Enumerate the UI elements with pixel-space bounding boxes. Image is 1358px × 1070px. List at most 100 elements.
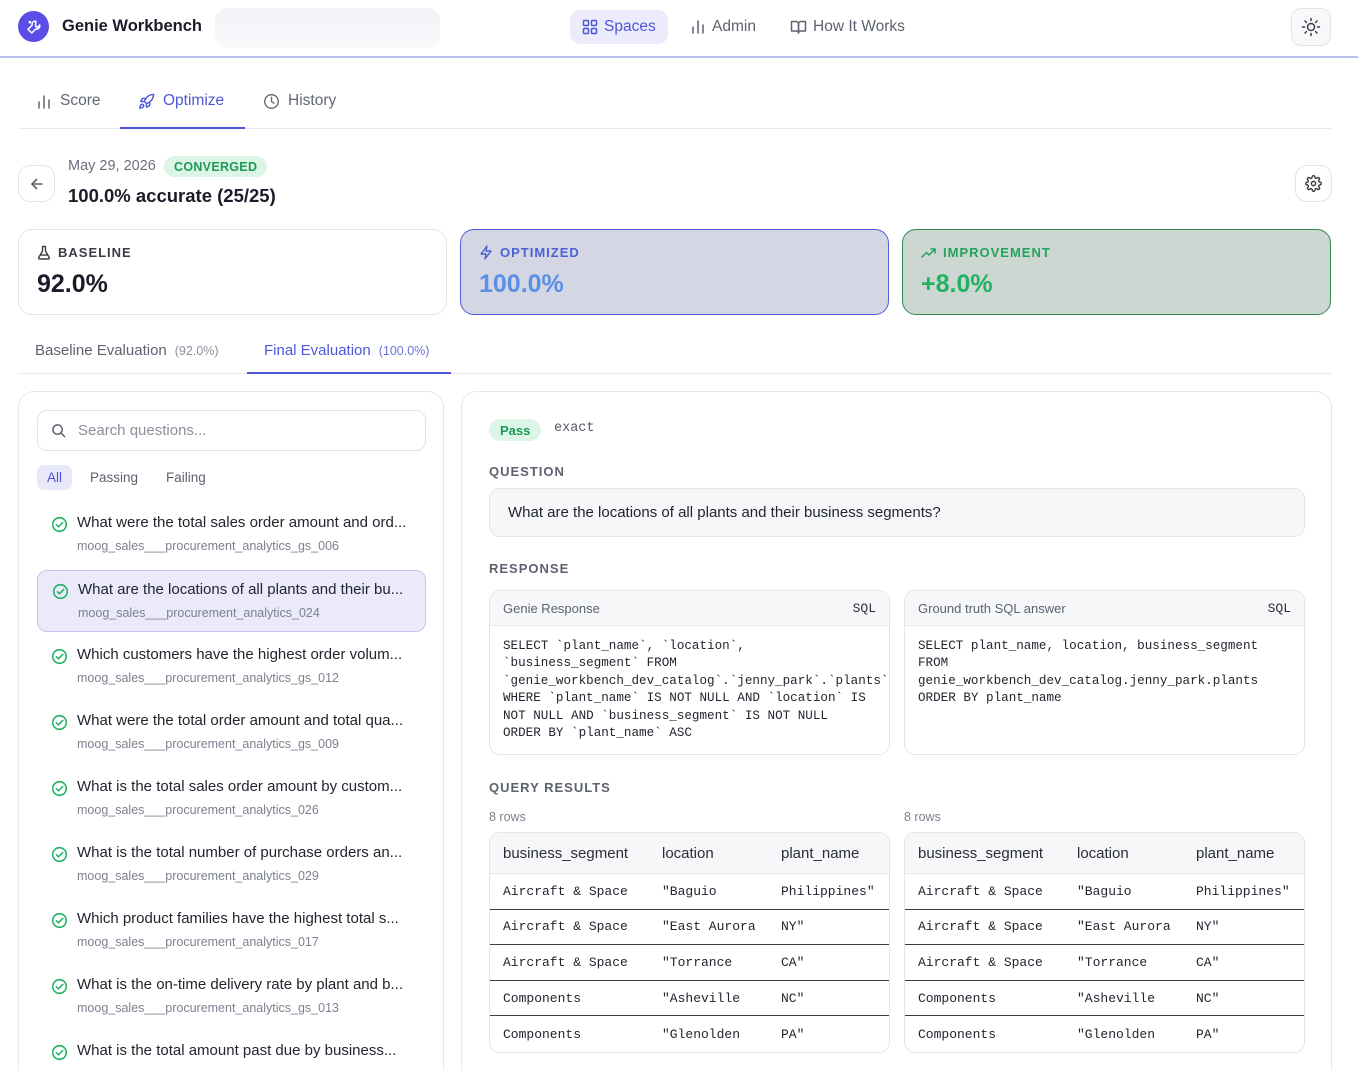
app-title: Genie Workbench xyxy=(62,17,202,35)
column-header[interactable]: business_segment xyxy=(490,833,649,874)
column-header[interactable]: location xyxy=(649,833,768,874)
table-cell: PA" xyxy=(1196,1026,1220,1042)
ground-truth-header: Ground truth SQL answer SQL xyxy=(905,591,1304,626)
question-list-item[interactable]: What is the total sales order amount by … xyxy=(37,768,426,830)
query-results-label: QUERY RESULTS xyxy=(489,780,611,795)
question-list-text: What is the total sales order amount by … xyxy=(77,778,403,795)
table-row: Components "Asheville NC" xyxy=(490,981,889,1017)
table-row: Aircraft & Space "Baguio Philippines" xyxy=(490,874,889,910)
clock-icon xyxy=(264,94,279,109)
pass-badge: Pass xyxy=(489,419,542,441)
optimized-value: 100.0% xyxy=(479,270,564,298)
question-list-item[interactable]: What were the total order amount and tot… xyxy=(37,702,426,764)
table-row: Components "Asheville NC" xyxy=(905,981,1304,1017)
question-list-item[interactable]: What are the locations of all plants and… xyxy=(37,570,426,632)
settings-button[interactable] xyxy=(1295,165,1332,202)
nav-admin[interactable]: Admin xyxy=(678,10,768,44)
table-cell: "Baguio xyxy=(649,874,768,910)
baseline-card: BASELINE 92.0% xyxy=(18,229,447,315)
nav-spaces-label: Spaces xyxy=(604,18,656,35)
table-cell: Components xyxy=(918,1026,997,1042)
question-list-item[interactable]: What were the total sales order amount a… xyxy=(37,504,426,566)
check-circle-icon xyxy=(51,648,68,665)
question-list-panel: All Passing Failing What were the total … xyxy=(18,391,444,1070)
column-header[interactable]: plant_name xyxy=(768,833,889,874)
table-cell: Components xyxy=(503,1026,582,1042)
flask-icon xyxy=(37,245,51,260)
filter-passing[interactable]: Passing xyxy=(80,465,148,490)
improvement-card: IMPROVEMENT +8.0% xyxy=(902,229,1331,315)
run-accuracy: 100.0% accurate (25/25) xyxy=(68,185,276,206)
column-header[interactable]: location xyxy=(1064,833,1183,874)
question-list-item[interactable]: What is the total number of purchase ord… xyxy=(37,834,426,896)
filter-all[interactable]: All xyxy=(37,465,73,490)
table-header-row: business_segment location plant_name xyxy=(490,833,889,874)
check-circle-icon xyxy=(51,516,68,533)
table-row: Aircraft & Space "Baguio Philippines" xyxy=(905,874,1304,910)
tab-final-evaluation[interactable]: Final Evaluation (100.0%) xyxy=(247,342,451,374)
question-list-text: Which customers have the highest order v… xyxy=(77,646,403,663)
table-cell: "Asheville xyxy=(649,981,768,1017)
match-type: exact xyxy=(554,421,595,436)
question-list-item[interactable]: Which product families have the highest … xyxy=(37,900,426,962)
question-list-item[interactable]: What is the total amount past due by bus… xyxy=(37,1032,426,1070)
baseline-label: BASELINE xyxy=(58,245,132,260)
question-section-label: QUESTION xyxy=(489,464,565,479)
question-list-text: Which product families have the highest … xyxy=(77,910,399,927)
check-circle-icon xyxy=(51,780,68,797)
tab-score-label: Score xyxy=(60,92,101,109)
app-logo-icon[interactable] xyxy=(18,11,49,42)
table-cell: Aircraft & Space xyxy=(490,945,649,981)
rocket-icon xyxy=(139,93,155,109)
main-tabs: Score Optimize History xyxy=(18,80,1332,129)
theme-toggle-button[interactable] xyxy=(1291,8,1331,46)
table-cell: PA" xyxy=(781,1026,805,1042)
question-list-item[interactable]: Which customers have the highest order v… xyxy=(37,636,426,698)
optimized-card: OPTIMIZED 100.0% xyxy=(460,229,889,315)
tab-final-evaluation-pct: (100.0%) xyxy=(378,344,430,358)
question-list-id: moog_sales___procurement_analytics_gs_01… xyxy=(77,1001,339,1015)
search-input[interactable] xyxy=(78,422,398,439)
table-cell: "Torrance xyxy=(649,945,768,981)
baseline-value: 92.0% xyxy=(37,270,108,298)
table-row: Aircraft & Space "Torrance CA" xyxy=(905,945,1304,981)
nav-how-it-works-label: How It Works xyxy=(813,18,905,35)
question-list-id: moog_sales___procurement_analytics_gs_00… xyxy=(77,737,339,751)
question-list-item[interactable]: What is the on-time delivery rate by pla… xyxy=(37,966,426,1028)
status-badge: CONVERGED xyxy=(164,156,268,177)
question-list-id: moog_sales___procurement_analytics_gs_00… xyxy=(77,539,339,553)
column-header[interactable]: plant_name xyxy=(1183,833,1304,874)
back-button[interactable] xyxy=(18,165,55,202)
question-list-text: What is the total amount past due by bus… xyxy=(77,1042,397,1059)
optimized-label: OPTIMIZED xyxy=(500,245,580,260)
blurred-region xyxy=(215,8,440,48)
table-row: Components "Glenolden PA" xyxy=(490,1016,889,1052)
question-text: What are the locations of all plants and… xyxy=(489,488,1305,537)
column-header[interactable]: business_segment xyxy=(905,833,1064,874)
table-cell: "East Aurora xyxy=(1064,910,1183,946)
table-cell: "Glenolden xyxy=(1077,1026,1156,1042)
filter-failing[interactable]: Failing xyxy=(156,465,216,490)
nav-how-it-works[interactable]: How It Works xyxy=(778,10,917,44)
gear-icon xyxy=(1305,175,1322,192)
nav-spaces[interactable]: Spaces xyxy=(570,10,668,44)
arrow-left-icon xyxy=(30,178,43,189)
tab-baseline-evaluation[interactable]: Baseline Evaluation (92.0%) xyxy=(18,342,236,374)
genie-response-title: Genie Response xyxy=(503,600,600,616)
question-list-text: What is the on-time delivery rate by pla… xyxy=(77,976,403,993)
trending-up-icon xyxy=(921,247,936,258)
table-cell: Philippines" xyxy=(768,874,889,910)
table-cell: Components xyxy=(905,981,1064,1017)
question-list-text: What are the locations of all plants and… xyxy=(78,581,404,598)
response-section-label: RESPONSE xyxy=(489,561,570,576)
tab-optimize[interactable]: Optimize xyxy=(120,92,245,129)
tab-baseline-evaluation-pct: (92.0%) xyxy=(174,344,219,358)
tab-history[interactable]: History xyxy=(263,92,336,129)
question-list-text: What were the total sales order amount a… xyxy=(77,514,407,531)
tab-score[interactable]: Score xyxy=(36,92,101,129)
table-row: Components "Glenolden PA" xyxy=(905,1016,1304,1052)
truth-results-table: business_segment location plant_name Aircra… xyxy=(904,832,1305,1053)
table-cell: NC" xyxy=(1183,981,1304,1017)
improvement-label: IMPROVEMENT xyxy=(943,245,1051,260)
question-list-id: moog_sales___procurement_analytics_gs_01… xyxy=(77,671,339,685)
